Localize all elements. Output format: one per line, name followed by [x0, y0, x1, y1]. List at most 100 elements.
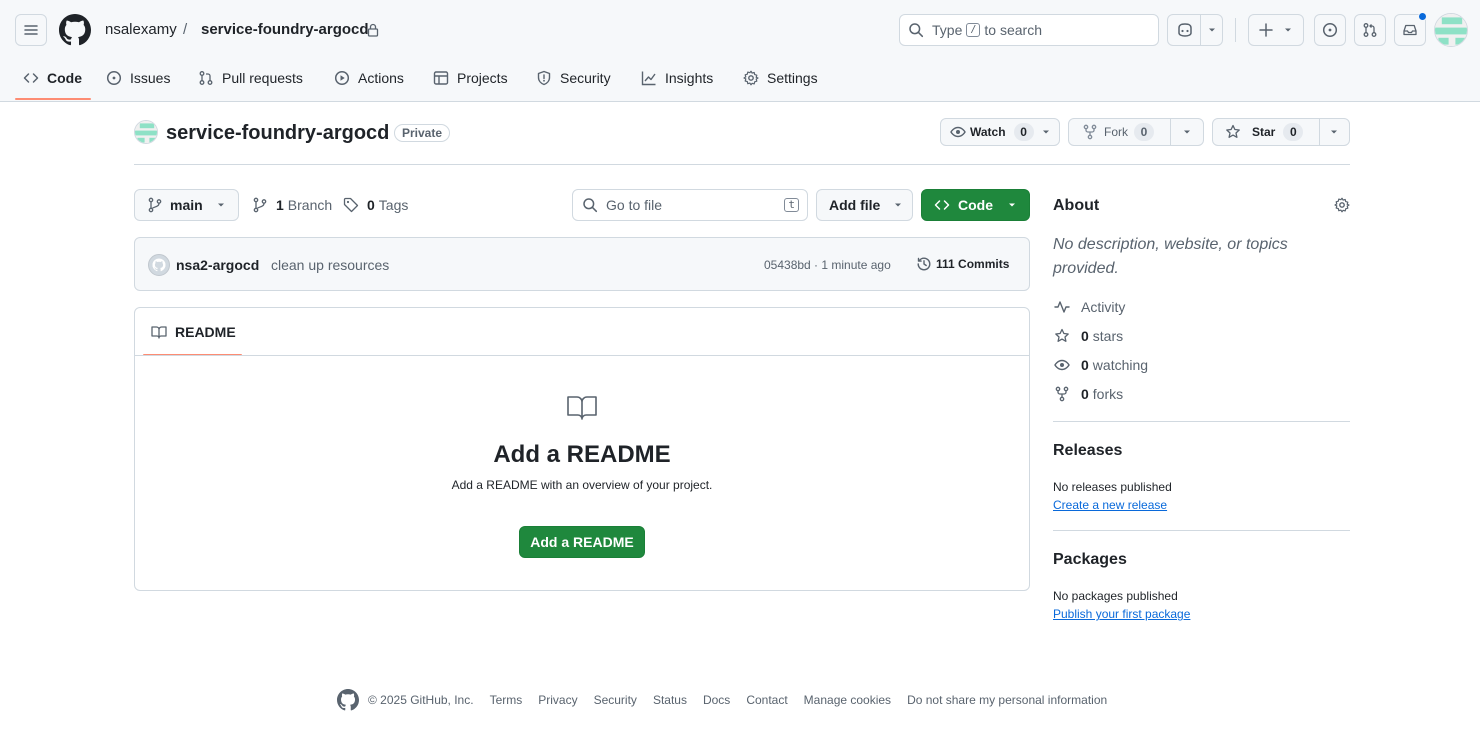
readme-empty-title: Add a README — [493, 441, 671, 468]
lock-icon — [367, 23, 379, 37]
stars-link[interactable]: 0 stars — [1054, 328, 1123, 344]
star-icon — [1054, 328, 1070, 344]
readme-divider — [135, 355, 1029, 356]
tab-pull-requests[interactable]: Pull requests — [198, 64, 303, 92]
tab-settings-label: Settings — [767, 70, 818, 86]
tag-icon — [343, 197, 359, 213]
search-icon — [908, 22, 924, 38]
star-dropdown-icon[interactable] — [1328, 126, 1340, 138]
tab-actions[interactable]: Actions — [334, 64, 404, 92]
watch-count: 0 — [1013, 123, 1034, 141]
pull-requests-shortcut-button[interactable] — [1354, 14, 1386, 46]
footer-link-manage-cookies[interactable]: Manage cookies — [804, 693, 891, 707]
owner-link[interactable]: nsalexamy — [105, 20, 177, 40]
play-icon — [334, 70, 350, 86]
watching-link[interactable]: 0 watching — [1054, 357, 1148, 373]
issue-opened-icon — [106, 70, 122, 86]
search-input[interactable]: Type / to search — [899, 14, 1159, 46]
footer-link-docs[interactable]: Docs — [703, 693, 730, 707]
search-prefix: Type — [932, 22, 963, 38]
menu-button[interactable] — [15, 14, 47, 46]
fork-dropdown-icon[interactable] — [1181, 126, 1193, 138]
issues-shortcut-button[interactable] — [1314, 14, 1346, 46]
tab-code-label: Code — [47, 70, 82, 86]
footer-link-status[interactable]: Status — [653, 693, 687, 707]
tab-security[interactable]: Security — [536, 64, 611, 92]
publish-package-link[interactable]: Publish your first package — [1053, 606, 1190, 622]
book-icon — [566, 391, 598, 423]
hamburger-icon — [23, 22, 39, 38]
tab-selected-indicator — [15, 98, 91, 100]
tab-insights[interactable]: Insights — [641, 64, 713, 92]
github-logo-icon[interactable] — [59, 14, 91, 46]
chevron-down-icon — [1040, 126, 1052, 138]
commit-author[interactable]: nsa2-argocd — [176, 257, 259, 273]
code-button[interactable]: Code — [921, 189, 1030, 221]
git-pull-request-icon — [198, 70, 214, 86]
watch-label: Watch — [970, 125, 1006, 139]
star-button[interactable]: Star 0 — [1212, 118, 1350, 146]
chevron-down-icon — [1282, 24, 1294, 36]
footer-link-do-not-share[interactable]: Do not share my personal information — [907, 693, 1107, 707]
watch-button[interactable]: Watch 0 — [940, 118, 1060, 146]
go-to-file-input[interactable]: Go to file t — [572, 189, 808, 221]
latest-commit-bar: nsa2-argocd clean up resources 05438bd ·… — [134, 237, 1030, 291]
footer-link-security[interactable]: Security — [594, 693, 637, 707]
packages-title[interactable]: Packages — [1053, 550, 1127, 570]
copilot-button[interactable] — [1167, 14, 1223, 46]
star-label: Star — [1252, 125, 1276, 139]
copilot-icon — [1176, 22, 1194, 38]
footer-link-privacy[interactable]: Privacy — [538, 693, 577, 707]
plus-icon — [1258, 22, 1274, 38]
fork-button[interactable]: Fork 0 — [1068, 118, 1204, 146]
fork-label: Fork — [1104, 125, 1128, 139]
create-release-link[interactable]: Create a new release — [1053, 497, 1167, 513]
commits-count-label: 111 Commits — [936, 257, 1010, 271]
add-file-button[interactable]: Add file — [816, 189, 913, 221]
shield-icon — [536, 70, 552, 86]
repo-title[interactable]: service-foundry-argocd — [166, 121, 389, 145]
copilot-dropdown-icon[interactable] — [1206, 24, 1218, 36]
releases-title[interactable]: Releases — [1053, 441, 1122, 461]
inbox-icon — [1402, 22, 1418, 38]
forks-link[interactable]: 0 forks — [1054, 386, 1123, 402]
star-icon — [1225, 124, 1241, 140]
commit-author-avatar[interactable] — [148, 254, 170, 276]
commit-message[interactable]: clean up resources — [271, 257, 389, 273]
branch-select-button[interactable]: main — [134, 189, 239, 221]
go-to-file-placeholder: Go to file — [606, 197, 663, 213]
tab-code[interactable]: Code — [23, 64, 82, 92]
tab-settings[interactable]: Settings — [743, 64, 818, 92]
header-divider — [1235, 18, 1236, 42]
eye-icon — [950, 124, 966, 140]
gear-icon[interactable] — [1334, 197, 1350, 213]
watching-count: 0 — [1081, 357, 1089, 373]
tab-insights-label: Insights — [665, 70, 714, 86]
avatar[interactable] — [1434, 13, 1468, 47]
branches-link[interactable]: 1 Branch — [252, 195, 332, 215]
repo-link[interactable]: service-foundry-argocd — [201, 20, 369, 40]
repo-owner-avatar — [134, 120, 158, 144]
tags-link[interactable]: 0 Tags — [343, 195, 408, 215]
sidebar-divider — [1053, 530, 1350, 531]
tab-issues[interactable]: Issues — [106, 64, 170, 92]
graph-icon — [641, 70, 657, 86]
commit-meta[interactable]: 05438bd · 1 minute ago — [764, 257, 891, 273]
footer-link-contact[interactable]: Contact — [746, 693, 787, 707]
table-icon — [433, 70, 449, 86]
footer: © 2025 GitHub, Inc. Terms Privacy Securi… — [337, 688, 1107, 712]
notification-dot — [1418, 12, 1427, 21]
issue-opened-icon — [1322, 22, 1338, 38]
add-readme-button[interactable]: Add a README — [519, 526, 645, 558]
readme-tab[interactable]: README — [151, 324, 236, 340]
chevron-down-icon — [215, 199, 227, 211]
book-icon — [151, 324, 167, 340]
footer-link-terms[interactable]: Terms — [490, 693, 523, 707]
tab-projects[interactable]: Projects — [433, 64, 508, 92]
commits-history-link[interactable]: 111 Commits — [916, 256, 1009, 272]
create-new-button[interactable] — [1248, 14, 1304, 46]
github-logo-icon[interactable] — [337, 689, 359, 711]
git-pull-request-icon — [1362, 22, 1378, 38]
activity-link[interactable]: Activity — [1054, 299, 1125, 315]
code-icon — [934, 197, 950, 213]
